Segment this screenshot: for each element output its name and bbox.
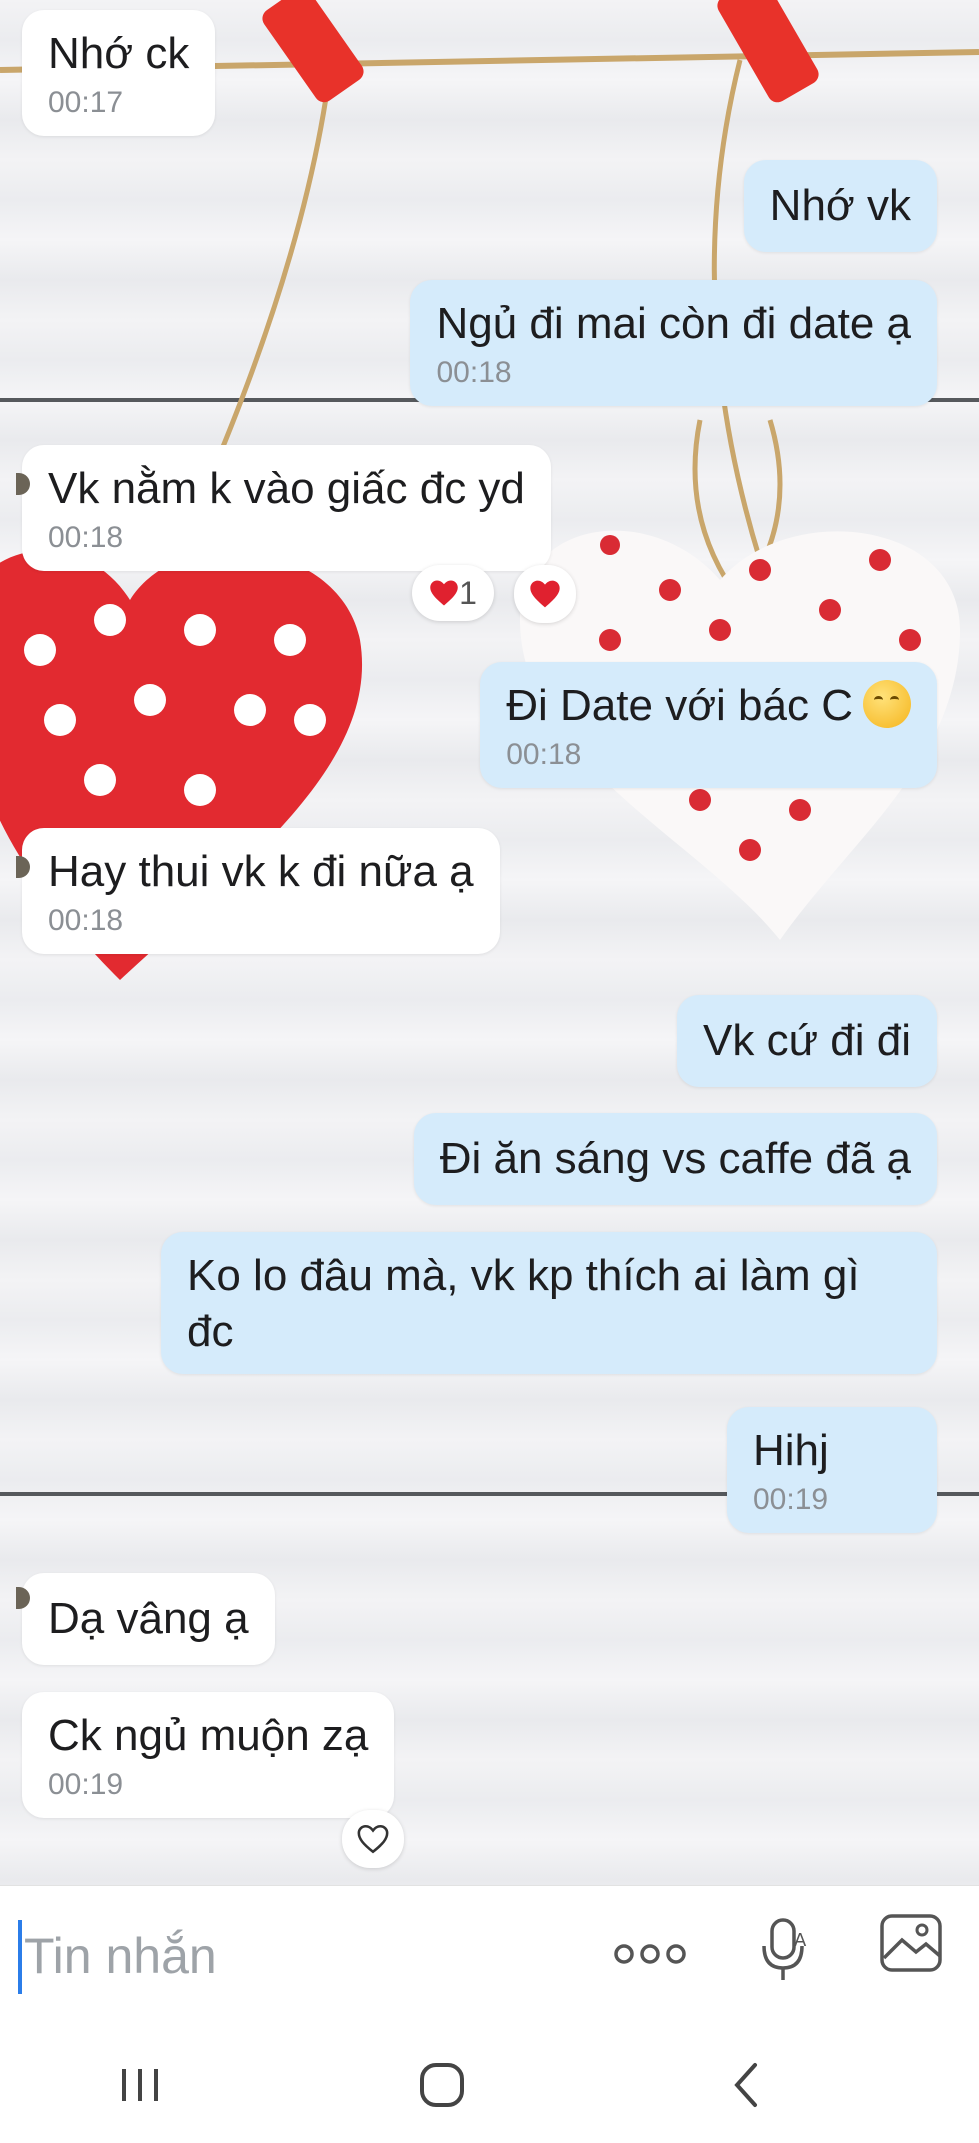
heart-icon <box>530 580 560 608</box>
message-text: Ngủ đi mai còn đi date ạ <box>436 299 911 348</box>
message-bubble[interactable]: Ck ngủ muộn zạ 00:19 <box>22 1692 395 1818</box>
message-bubble[interactable]: Nhớ vk <box>743 160 937 252</box>
thinking-face-emoji <box>863 680 911 728</box>
message-bubble[interactable]: Vk cứ đi đi <box>677 995 937 1087</box>
message-text: Hay thui vk k đi nữa ạ <box>48 847 474 896</box>
heart-outline-icon <box>357 1824 389 1854</box>
message-text: Đi ăn sáng vs caffe đã ạ <box>439 1134 911 1183</box>
react-button[interactable] <box>342 1810 404 1868</box>
message-text: Nhớ ck <box>48 29 190 78</box>
message-text: Ko lo đâu mà, vk kp thích ai làm gì đc <box>187 1251 860 1356</box>
message-bubble[interactable]: Đi ăn sáng vs caffe đã ạ <box>413 1113 937 1205</box>
more-dots-icon[interactable] <box>612 1934 688 1979</box>
reaction-summary[interactable]: 1 <box>412 565 494 621</box>
message-text-content: Đi Date với bác C <box>506 681 853 730</box>
message-bubble[interactable]: Hay thui vk k đi nữa ạ 00:18 <box>16 828 500 954</box>
message-bubble[interactable]: Dạ vâng ạ <box>16 1573 275 1665</box>
chat-area[interactable]: Nhớ ck 00:17 Nhớ vk Ngủ đi mai còn đi da… <box>0 0 979 1885</box>
message-bubble[interactable]: Ko lo đâu mà, vk kp thích ai làm gì đc <box>161 1232 937 1374</box>
message-time: 00:17 <box>48 86 124 119</box>
message-text: Hihj <box>753 1426 829 1475</box>
message-bubble[interactable]: Nhớ ck 00:17 <box>22 10 216 136</box>
message-text: Vk cứ đi đi <box>703 1016 911 1065</box>
system-navigation-bar <box>0 2025 979 2143</box>
message-bubble[interactable]: Ngủ đi mai còn đi date ạ 00:18 <box>410 280 937 406</box>
recent-apps-icon[interactable] <box>100 2055 180 2115</box>
message-bubble[interactable]: Đi Date với bác C 00:18 <box>480 662 937 788</box>
text-cursor <box>18 1920 22 1994</box>
message-composer: A <box>0 1885 979 2025</box>
message-text: Nhớ vk <box>769 181 911 230</box>
reaction-count: 1 <box>459 574 477 611</box>
message-bubble[interactable]: Hihj 00:19 <box>727 1407 937 1533</box>
message-time: 00:19 <box>753 1483 829 1516</box>
message-time: 00:18 <box>48 521 124 554</box>
svg-text:A: A <box>794 1930 807 1951</box>
sender-avatar-edge <box>16 1587 30 1609</box>
message-text: Dạ vâng ạ <box>48 1594 249 1643</box>
message-text: Ck ngủ muộn zạ <box>48 1711 369 1760</box>
message-input[interactable] <box>24 1914 584 1998</box>
message-time: 00:18 <box>48 904 124 937</box>
message-bubble[interactable]: Vk nằm k vào giấc đc yd 00:18 <box>16 445 551 571</box>
home-icon[interactable] <box>402 2055 482 2115</box>
image-icon[interactable] <box>878 1912 944 1979</box>
sender-avatar-edge <box>16 473 30 495</box>
message-time: 00:18 <box>506 738 582 771</box>
microphone-icon[interactable]: A <box>756 1914 812 1989</box>
message-text: Vk nằm k vào giấc đc yd <box>48 464 525 513</box>
message-time: 00:19 <box>48 1768 124 1801</box>
my-reaction-button[interactable] <box>514 565 576 623</box>
sender-avatar-edge <box>16 856 30 878</box>
heart-reaction-icon <box>430 580 458 606</box>
message-time: 00:18 <box>436 356 512 389</box>
back-icon[interactable] <box>706 2055 786 2115</box>
message-text: Đi Date với bác C <box>506 678 911 734</box>
